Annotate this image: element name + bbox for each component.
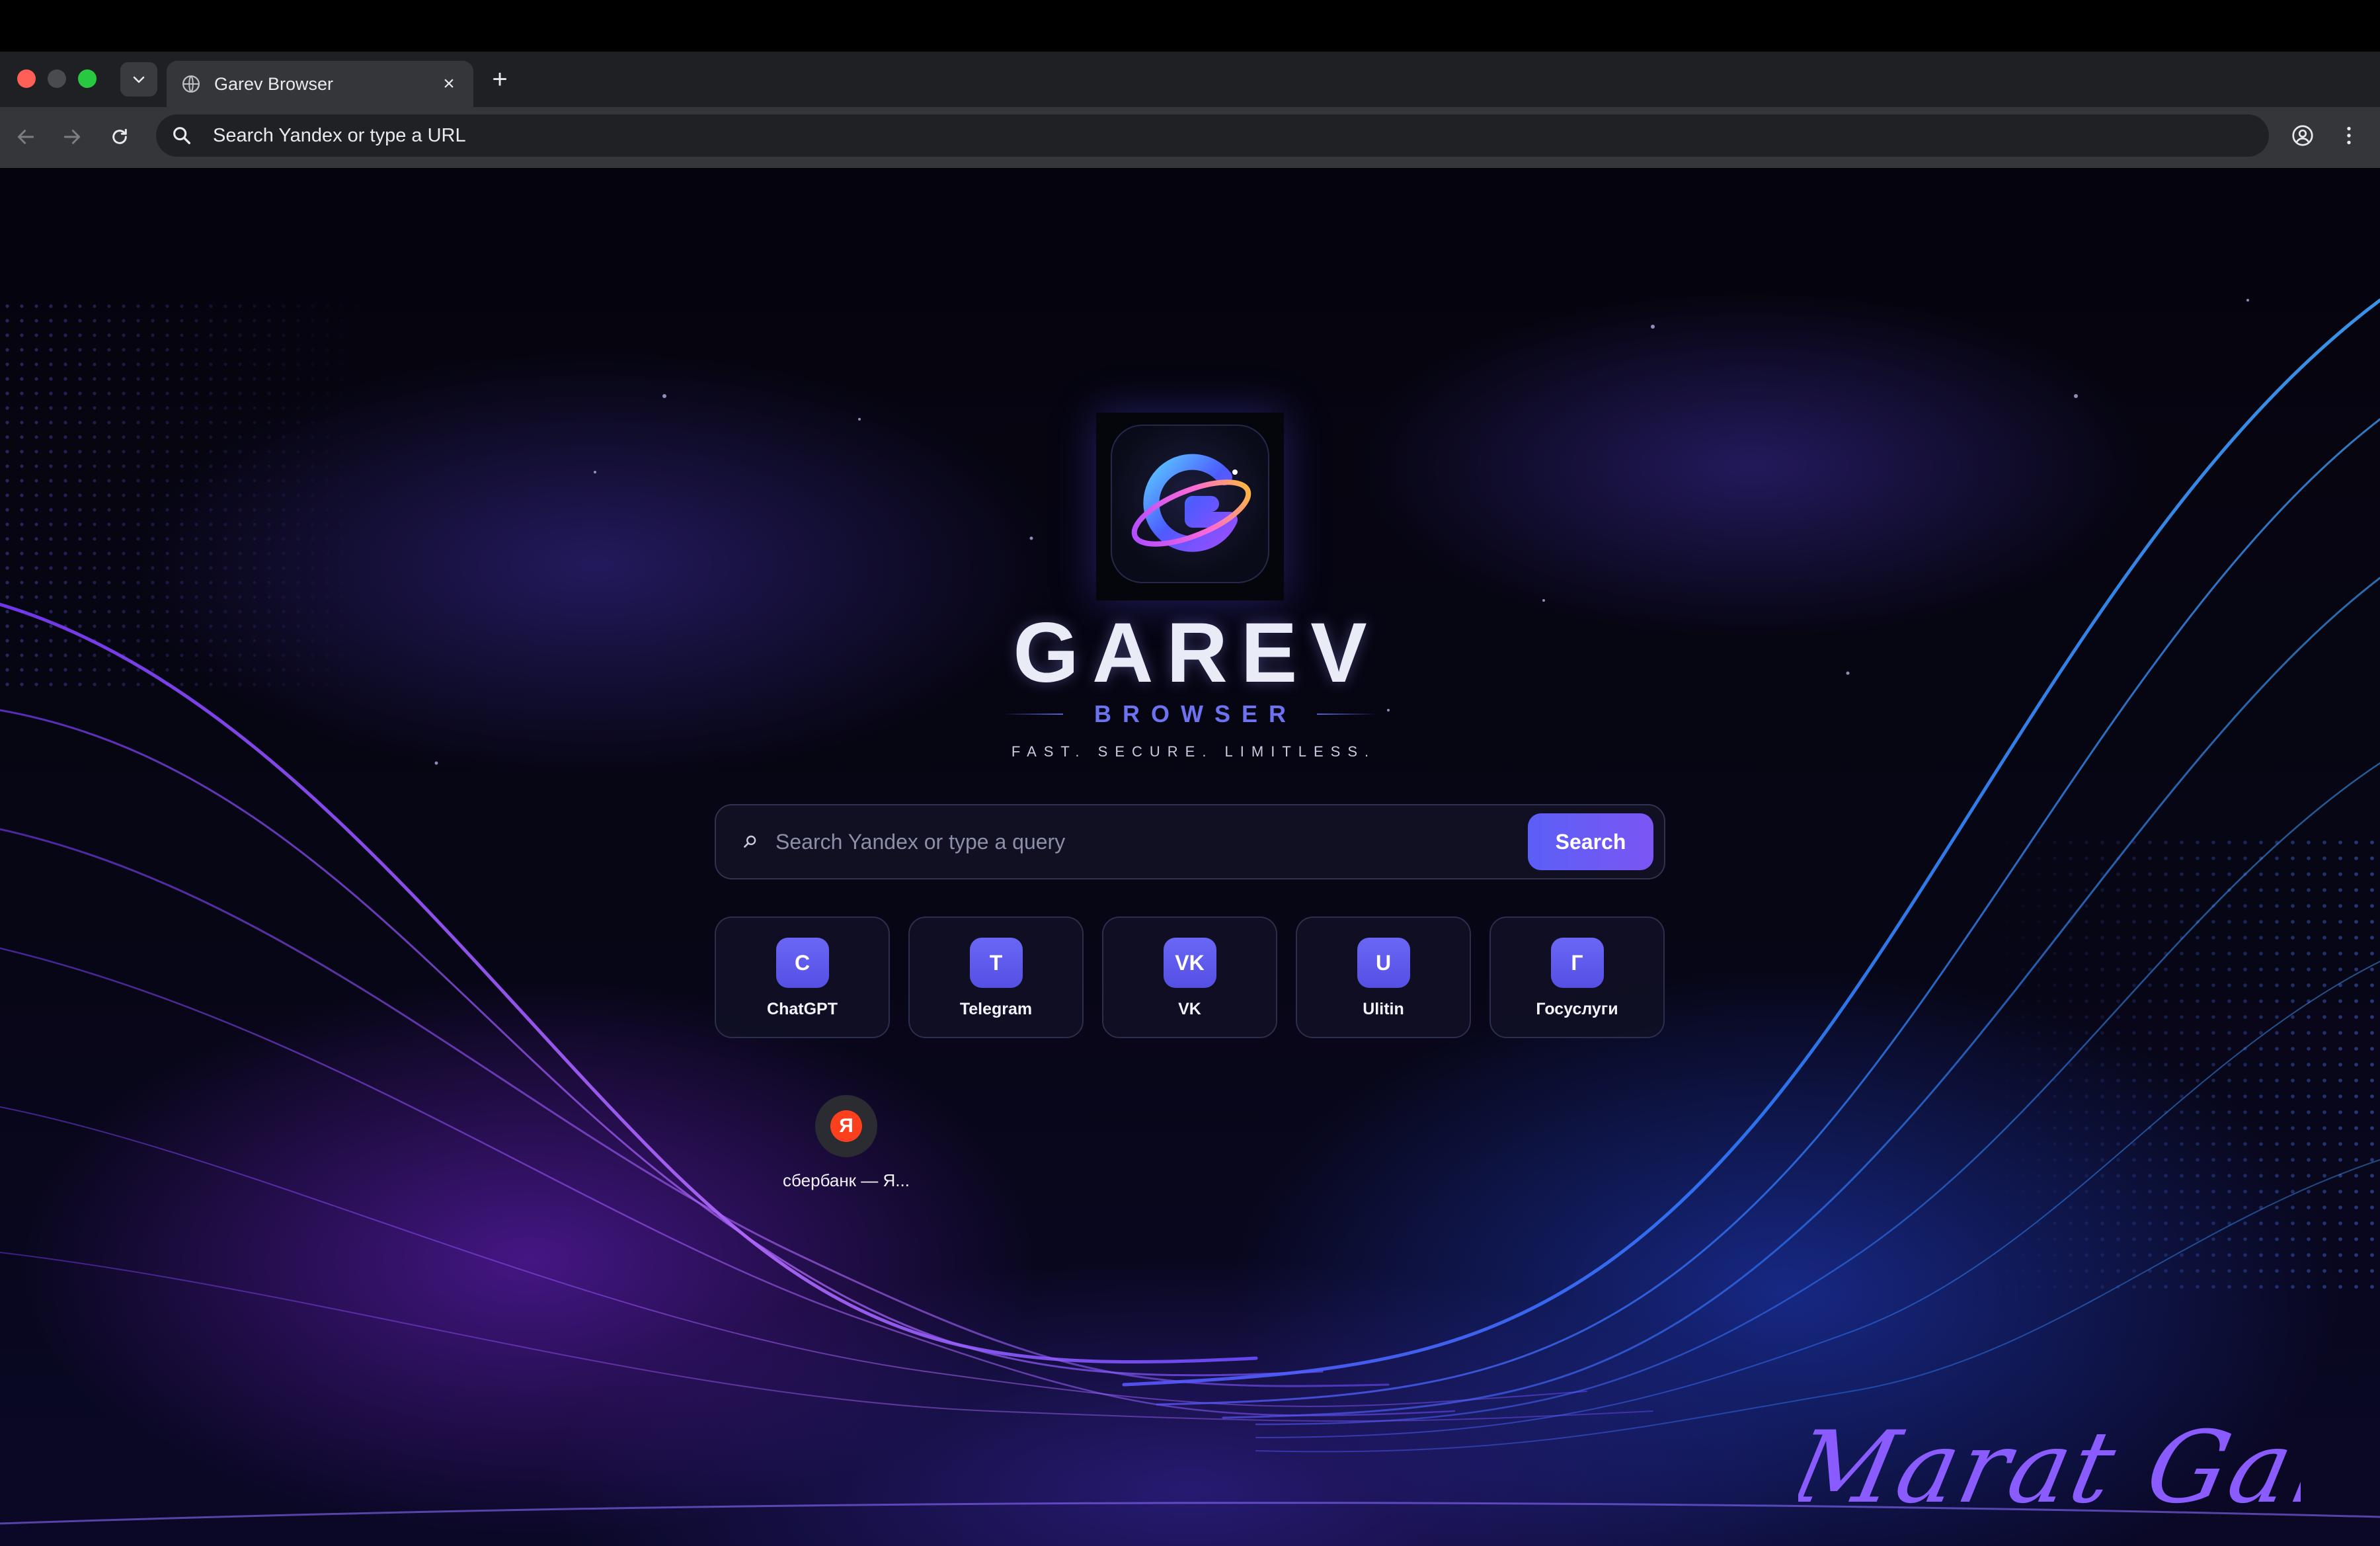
shortcut-sberbank-yandex[interactable]: Я сбербанк — Я... bbox=[767, 1095, 926, 1191]
reload-icon bbox=[112, 128, 127, 144]
forward-button[interactable] bbox=[57, 122, 87, 152]
tab-title: Garev Browser bbox=[214, 73, 334, 94]
quick-link-badge: C bbox=[775, 938, 829, 988]
back-button[interactable] bbox=[11, 122, 41, 152]
garev-logo-icon bbox=[1131, 454, 1251, 552]
subtitle-rule-right bbox=[1317, 713, 1376, 715]
search-icon bbox=[741, 833, 758, 850]
tab-search-button[interactable] bbox=[120, 62, 157, 97]
quick-link-vk[interactable]: VK VK bbox=[1102, 916, 1277, 1038]
brand-title: GAREV bbox=[1013, 606, 1380, 700]
quick-link-telegram[interactable]: T Telegram bbox=[908, 916, 1084, 1038]
brand-subtitle: BROWSER bbox=[1094, 700, 1297, 727]
profile-button[interactable] bbox=[2287, 120, 2318, 151]
quick-link-badge: U bbox=[1357, 938, 1410, 988]
globe-icon bbox=[181, 74, 201, 94]
yandex-icon: Я bbox=[830, 1110, 862, 1142]
quick-link-gosuslugi[interactable]: Г Госуслуги bbox=[1489, 916, 1665, 1038]
forward-arrow-icon bbox=[63, 130, 81, 144]
address-bar[interactable] bbox=[156, 114, 2269, 157]
garev-logo bbox=[1096, 413, 1284, 600]
chevron-down-icon bbox=[133, 76, 145, 83]
quick-link-label: Ulitin bbox=[1363, 1000, 1404, 1018]
address-input[interactable] bbox=[213, 124, 2130, 147]
signature: Marat Garev bbox=[1798, 1410, 2301, 1526]
tab-garev-browser[interactable]: Garev Browser × bbox=[167, 61, 473, 107]
quick-link-label: VK bbox=[1178, 1000, 1201, 1018]
tab-close-icon[interactable]: × bbox=[439, 73, 459, 95]
profile-icon bbox=[2292, 125, 2313, 146]
reload-button[interactable] bbox=[104, 122, 135, 152]
search-icon bbox=[171, 124, 193, 147]
window-minimize-button[interactable] bbox=[48, 69, 66, 88]
quick-link-chatgpt[interactable]: C ChatGPT bbox=[715, 916, 890, 1038]
signature-text: Marat Garev bbox=[1798, 1410, 2301, 1526]
quick-link-ulitin[interactable]: U Ulitin bbox=[1296, 916, 1471, 1038]
top-black-strip bbox=[0, 0, 2380, 52]
quick-link-label: ChatGPT bbox=[767, 1000, 838, 1018]
back-arrow-icon bbox=[17, 130, 34, 144]
quick-links: C ChatGPT T Telegram VK VK U Ulitin Г Го… bbox=[715, 916, 1665, 1038]
brand-subtitle-row: BROWSER bbox=[859, 698, 1521, 731]
shortcut-label: сбербанк — Я... bbox=[783, 1170, 910, 1190]
tagline: FAST. SECURE. LIMITLESS. bbox=[1011, 743, 1376, 760]
window-maximize-button[interactable] bbox=[78, 69, 97, 88]
quick-link-badge: Г bbox=[1550, 938, 1604, 988]
quick-link-label: Telegram bbox=[959, 1000, 1033, 1018]
subtitle-rule-left bbox=[1004, 713, 1063, 715]
quick-link-badge: T bbox=[969, 938, 1023, 988]
page-search-input[interactable] bbox=[775, 829, 1528, 854]
shortcut-icon-circle: Я bbox=[815, 1095, 877, 1157]
logo-tile bbox=[1111, 425, 1269, 583]
page-search-box[interactable]: Search bbox=[715, 804, 1665, 879]
menu-icon bbox=[2347, 126, 2351, 145]
new-tab-page: GAREV BROWSER FAST. SECURE. LIMITLESS. S… bbox=[0, 168, 2380, 1546]
quick-link-label: Госуслуги bbox=[1536, 1000, 1618, 1018]
browser-menu-button[interactable] bbox=[2334, 120, 2364, 151]
window-close-button[interactable] bbox=[17, 69, 36, 88]
search-button[interactable]: Search bbox=[1528, 813, 1653, 870]
quick-link-badge: VK bbox=[1163, 938, 1216, 988]
new-tab-button[interactable]: + bbox=[488, 66, 512, 93]
